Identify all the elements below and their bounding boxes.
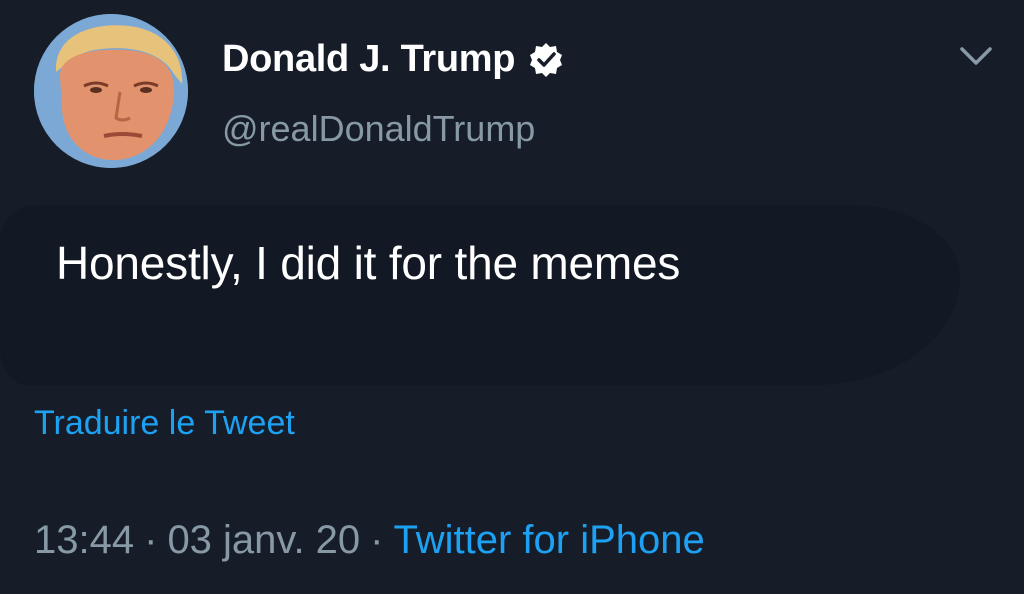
chevron-down-icon[interactable]	[958, 44, 994, 68]
separator: ·	[144, 518, 158, 562]
separator: ·	[370, 518, 384, 562]
tweet-card: Donald J. Trump @realDonaldTrump Honestl…	[0, 0, 1024, 594]
text-highlight-band	[0, 205, 960, 385]
tweet-time[interactable]: 13:44	[34, 518, 134, 562]
tweet-source-link[interactable]: Twitter for iPhone	[394, 518, 705, 562]
translate-tweet-link[interactable]: Traduire le Tweet	[34, 404, 295, 443]
author-handle[interactable]: @realDonaldTrump	[222, 108, 535, 150]
author-name-text: Donald J. Trump	[222, 38, 516, 80]
author-name[interactable]: Donald J. Trump	[222, 38, 565, 81]
tweet-date[interactable]: 03 janv. 20	[167, 518, 360, 562]
avatar-image	[34, 14, 188, 168]
tweet-metadata: 13:44 · 03 janv. 20 · Twitter for iPhone	[34, 518, 705, 563]
tweet-text: Honestly, I did it for the memes	[56, 237, 681, 289]
avatar[interactable]	[34, 14, 188, 168]
verified-badge-icon	[527, 41, 565, 79]
